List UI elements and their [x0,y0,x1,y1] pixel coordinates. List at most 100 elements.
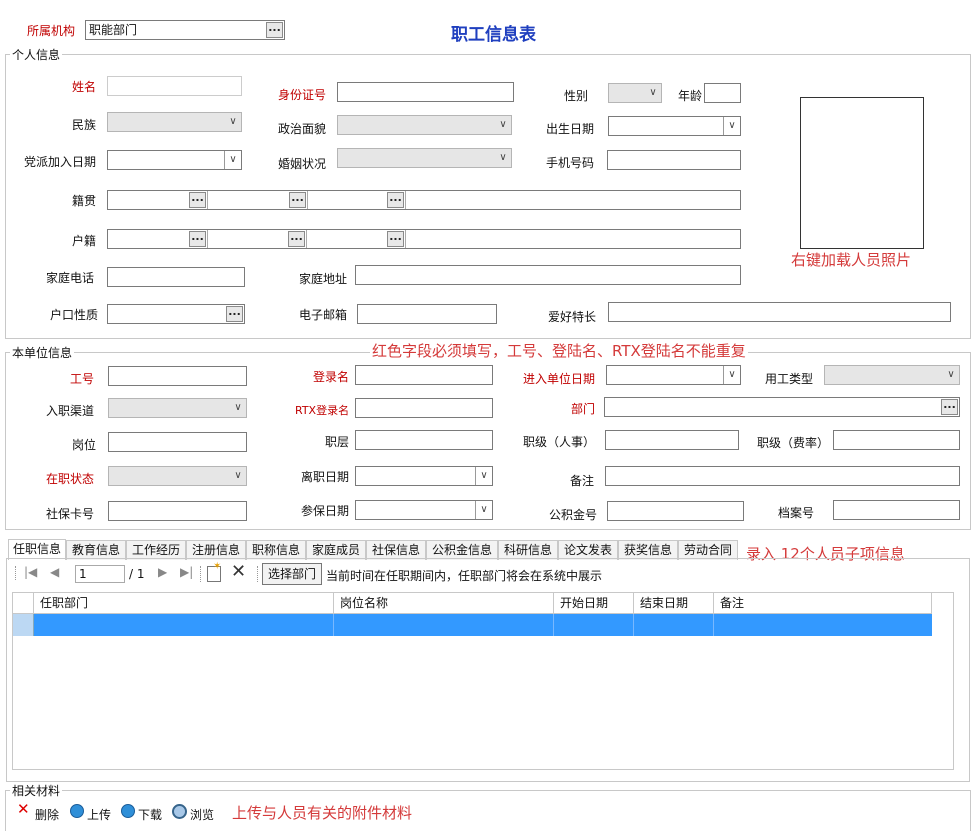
dept-input[interactable]: ... [604,397,960,417]
grade-hr-input[interactable] [605,430,739,450]
home-phone-input[interactable] [107,267,245,287]
chevron-down-icon: ∨ [649,87,657,98]
magnifier-icon [172,804,187,819]
email-input[interactable] [357,304,497,324]
entry-date-label: 进入单位日期 [523,372,596,386]
household-province-picker[interactable]: ... [189,231,206,247]
page-number-input[interactable]: 1 [75,565,125,583]
tab-title[interactable]: 职称信息 [246,540,306,560]
household-city-picker[interactable]: ... [288,231,305,247]
tab-work-history[interactable]: 工作经历 [126,540,186,560]
name-input[interactable] [107,76,242,96]
hukou-type-picker[interactable]: ... [226,306,243,322]
channel-label: 入职渠道 [46,404,95,418]
home-addr-label: 家庭地址 [299,272,348,286]
gender-select[interactable]: ∨ [608,83,662,103]
add-record-icon[interactable]: ✶ [207,561,221,582]
social-card-label: 社保卡号 [46,507,95,521]
insure-date-picker[interactable]: ∨ [355,500,493,520]
age-input[interactable] [704,83,741,103]
chevron-down-icon: ∨ [234,470,242,481]
hukou-type-input[interactable]: ... [107,304,245,324]
delete-icon: ✕ [17,800,30,818]
delete-attachment-button[interactable]: 删除 [35,806,59,823]
native-label: 籍贯 [72,194,97,208]
prev-page-icon[interactable]: ◀ [50,565,59,579]
grade-fee-label: 职级（费率） [757,436,830,450]
grade-fee-input[interactable] [833,430,960,450]
ethnicity-label: 民族 [72,118,97,132]
unit-info-title: 本单位信息 [10,344,75,361]
party-date-picker[interactable]: ∨ [107,150,242,170]
level-input[interactable] [355,430,493,450]
tab-labor-contract[interactable]: 劳动合同 [678,540,738,560]
grid-frame [12,592,954,770]
idcard-input[interactable] [337,82,514,102]
tab-family[interactable]: 家庭成员 [306,540,366,560]
idcard-label: 身份证号 [278,88,327,102]
tab-housing-fund[interactable]: 公积金信息 [426,540,498,560]
level-label: 职层 [325,435,350,449]
ethnicity-select[interactable]: ∨ [107,112,242,132]
browse-button[interactable]: 浏览 [190,806,214,823]
post-input[interactable] [108,432,247,452]
upload-button[interactable]: 上传 [87,806,111,823]
empno-input[interactable] [108,366,247,386]
entry-date-picker[interactable]: ∨ [606,365,741,385]
tab-social-insurance[interactable]: 社保信息 [366,540,426,560]
tab-research[interactable]: 科研信息 [498,540,558,560]
last-page-icon[interactable]: ▶| [180,565,193,579]
political-label: 政治面貌 [278,122,327,136]
hobby-input[interactable] [608,302,951,322]
rtx-input[interactable] [355,398,493,418]
fund-no-input[interactable] [607,501,744,521]
gender-label: 性别 [564,89,589,103]
next-page-icon[interactable]: ▶ [158,565,167,579]
login-input[interactable] [355,365,493,385]
grade-hr-label: 职级（人事） [523,435,596,449]
leave-date-label: 离职日期 [301,470,350,484]
social-card-input[interactable] [108,501,247,521]
rtx-label: RTX登录名 [295,404,350,417]
marital-label: 婚姻状况 [278,157,327,171]
dept-picker-button[interactable]: ... [941,399,958,415]
tab-awards[interactable]: 获奖信息 [618,540,678,560]
status-select[interactable]: ∨ [108,466,247,486]
emp-type-select[interactable]: ∨ [824,365,960,385]
tab-papers[interactable]: 论文发表 [558,540,618,560]
login-label: 登录名 [313,370,350,384]
native-province-picker[interactable]: ... [189,192,206,208]
org-input[interactable]: 职能部门 ... [85,20,285,40]
org-picker-button[interactable]: ... [266,22,283,38]
tab-education[interactable]: 教育信息 [66,540,126,560]
delete-record-icon[interactable]: ✕ [231,561,246,582]
tab-registration[interactable]: 注册信息 [186,540,246,560]
remark-input[interactable] [605,466,960,486]
home-addr-input[interactable] [355,265,741,285]
attachments-title: 相关材料 [10,782,63,799]
phone-label: 手机号码 [546,156,595,170]
household-county-picker[interactable]: ... [387,231,404,247]
archive-no-input[interactable] [833,500,960,520]
phone-input[interactable] [607,150,741,170]
birthdate-picker[interactable]: ∨ [608,116,741,136]
photo-box[interactable] [800,97,924,249]
native-input-group: ... ... ... [107,190,741,210]
empno-label: 工号 [70,372,95,386]
native-city-picker[interactable]: ... [289,192,306,208]
marital-select[interactable]: ∨ [337,148,512,168]
first-page-icon[interactable]: |◀ [24,565,37,579]
select-dept-button[interactable]: 选择部门 [262,563,322,585]
household-label: 户籍 [72,234,97,248]
channel-select[interactable]: ∨ [108,398,247,418]
download-button[interactable]: 下载 [138,806,162,823]
chevron-down-icon: ∨ [229,116,237,127]
home-phone-label: 家庭电话 [46,271,95,285]
page-title: 职工信息表 [451,25,536,45]
leave-date-picker[interactable]: ∨ [355,466,493,486]
political-select[interactable]: ∨ [337,115,512,135]
tab-job[interactable]: 任职信息 [8,539,66,560]
native-county-picker[interactable]: ... [387,192,404,208]
chevron-down-icon: ∨ [499,119,507,130]
page-number-value: 1 [79,567,87,581]
